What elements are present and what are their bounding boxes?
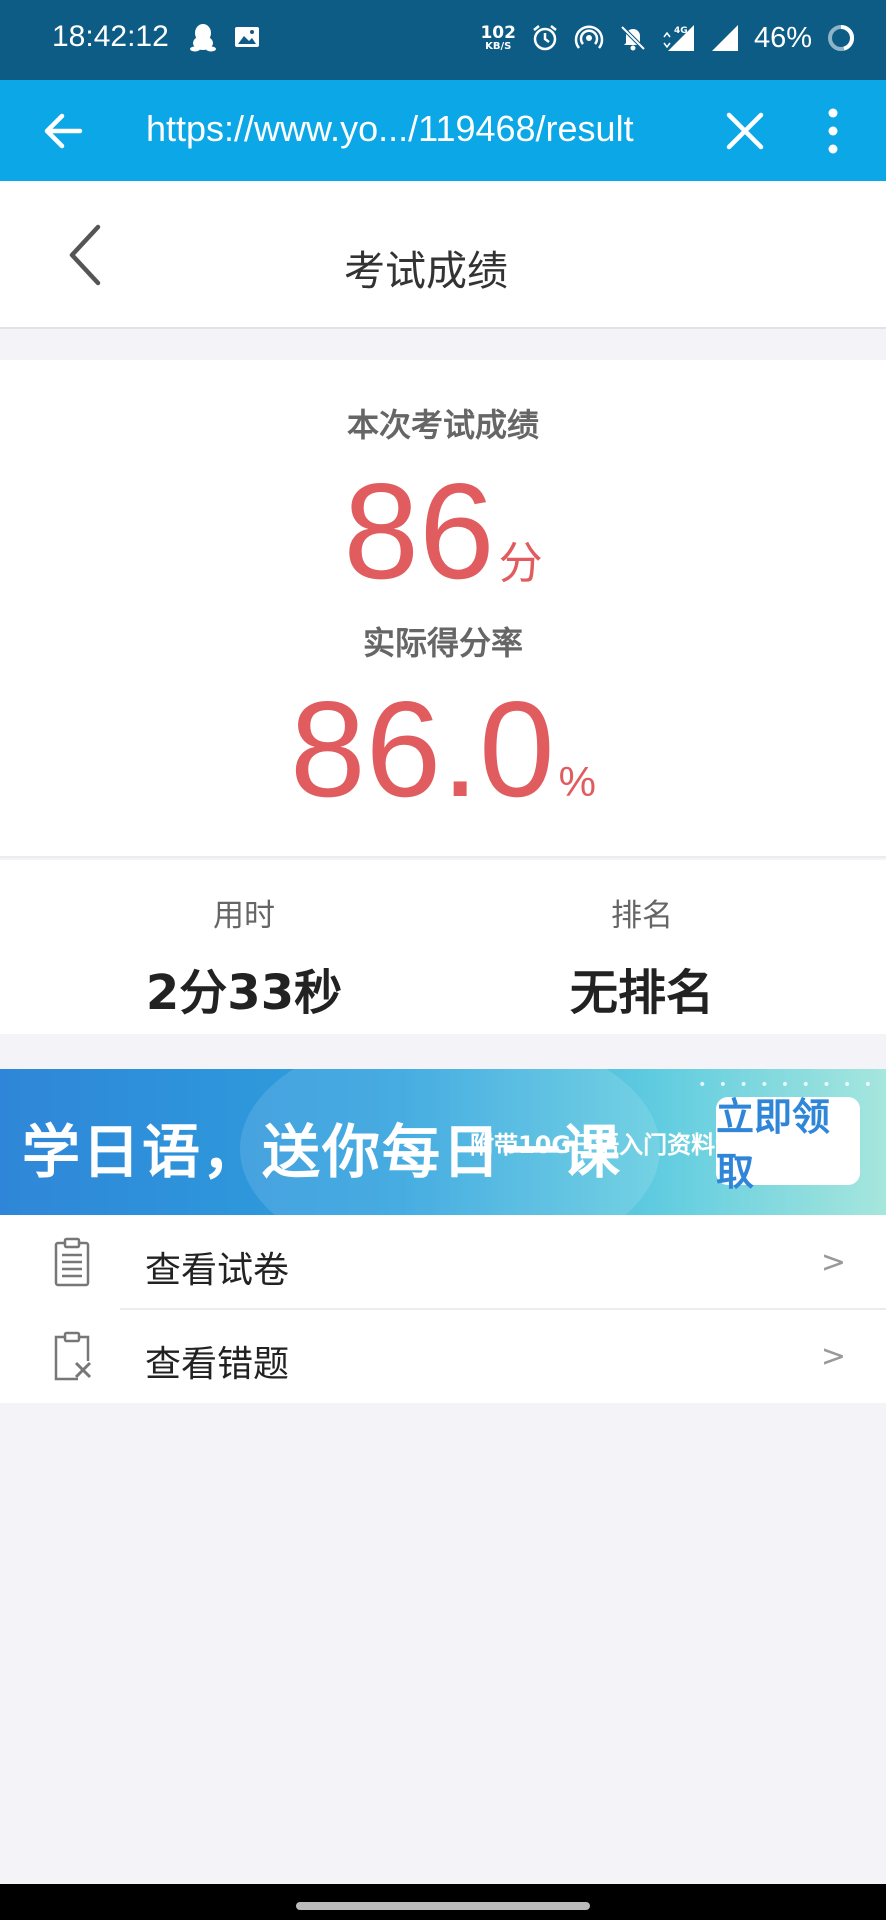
score-number: 86 [343, 455, 495, 607]
banner-sub-text: 附带10G日语入门资料包 [470, 1131, 740, 1159]
signal-4g-icon: 4G [663, 25, 694, 51]
rate-number: 86.0 [289, 673, 555, 825]
svg-text:4G: 4G [674, 26, 688, 36]
close-icon[interactable] [722, 108, 768, 154]
list-item-view-paper[interactable]: 查看试卷 > [0, 1215, 886, 1310]
browser-bar: https://www.yo.../119468/result [0, 80, 886, 181]
list-item-view-mistakes[interactable]: 查看错题 > [0, 1309, 886, 1403]
rate-label: 实际得分率 [362, 624, 523, 662]
list-item-label: 查看试卷 [145, 1250, 290, 1291]
action-list: 查看试卷 > 查看错题 > [0, 1215, 886, 1403]
network-speed-unit: KB/S [485, 40, 512, 52]
status-time: 18:42:12 [52, 20, 169, 53]
clipboard-x-icon [54, 1331, 92, 1381]
rate-unit: % [558, 758, 597, 805]
battery-icon [828, 24, 855, 51]
network-speed: 102 KB/S [480, 22, 516, 52]
network-speed-value: 102 [480, 22, 516, 43]
home-gesture-handle[interactable] [296, 1902, 590, 1910]
time-value: 2分33秒 [145, 965, 343, 1021]
signal-icon [711, 25, 738, 51]
battery-level: 46% [753, 21, 812, 54]
chevron-right-icon: > [820, 1339, 846, 1374]
more-menu-icon[interactable] [818, 104, 848, 158]
alarm-icon [533, 25, 557, 51]
list-item-label: 查看错题 [145, 1344, 290, 1385]
rate-value: 86.0% [0, 681, 886, 817]
score-value: 86分 [0, 463, 886, 599]
page-header: 考试成绩 [0, 181, 886, 329]
rank-label: 排名 [611, 898, 673, 934]
score-card: 本次考试成绩 86分 实际得分率 86.0% [0, 360, 886, 858]
time-label: 用时 [213, 898, 275, 934]
qq-icon [190, 24, 216, 52]
page-title: 考试成绩 [344, 247, 508, 295]
rank-value: 无排名 [569, 965, 714, 1021]
promo-banner[interactable]: • • • • • • • • • 学日语，送你每日一课 附带10G日语入门资料… [0, 1069, 886, 1215]
hotspot-icon [574, 25, 604, 49]
score-unit: 分 [498, 539, 543, 588]
status-bar: 18:42:12 102 KB/S 4G 46% [0, 0, 886, 80]
status-icons: 102 KB/S 4G 46% [480, 16, 856, 60]
clipboard-icon [54, 1237, 90, 1287]
back-arrow-icon[interactable] [40, 108, 86, 154]
system-nav-bar [0, 1884, 886, 1920]
url-bar[interactable]: https://www.yo.../119468/result [146, 108, 696, 150]
score-label: 本次考试成绩 [346, 406, 539, 444]
rank-stat: 排名 无排名 [432, 890, 852, 1023]
image-icon [235, 27, 259, 47]
claim-button[interactable]: 立即领取 [716, 1095, 860, 1194]
time-stat: 用时 2分33秒 [34, 890, 454, 1023]
stats-row: 用时 2分33秒 排名 无排名 [0, 860, 886, 1034]
mute-icon [620, 25, 646, 51]
chevron-right-icon: > [820, 1245, 846, 1280]
